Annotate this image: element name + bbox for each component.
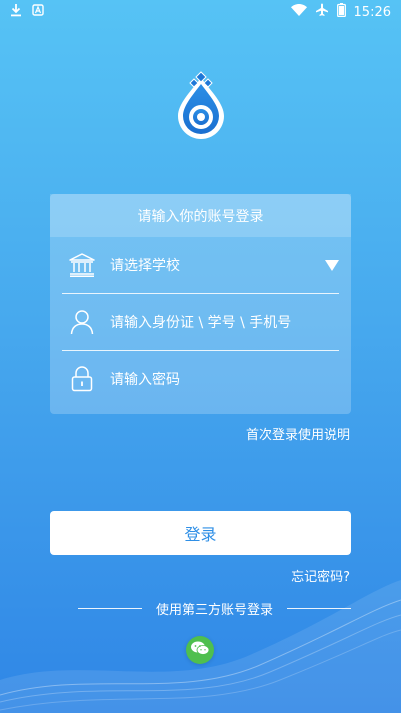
school-select-placeholder: 请选择学校 — [110, 258, 180, 274]
third-party-login-divider: 使用第三方账号登录 — [78, 600, 352, 618]
account-field-placeholder: 请输入身份证 \ 学号 \ 手机号 — [110, 315, 292, 331]
password-field-placeholder: 请输入密码 — [110, 372, 180, 388]
battery-icon — [336, 3, 346, 21]
wechat-icon — [190, 640, 210, 660]
status-left — [10, 3, 44, 21]
school-select[interactable]: 请选择学校 — [62, 237, 339, 294]
notification-icon — [32, 4, 44, 20]
dropdown-arrow-icon[interactable] — [325, 259, 339, 271]
login-card: 请输入你的账号登录 请选择学校 请输入身份证 \ 学号 \ 手机号 请输入密码 — [50, 194, 351, 414]
user-icon — [68, 308, 96, 336]
account-field[interactable]: 请输入身份证 \ 学号 \ 手机号 — [62, 294, 339, 351]
divider-line-left — [78, 607, 142, 609]
lock-icon — [68, 365, 96, 393]
first-login-help-link[interactable]: 首次登录使用说明 — [246, 424, 350, 443]
login-button[interactable]: 登录 — [50, 511, 351, 555]
third-party-login-label: 使用第三方账号登录 — [156, 602, 274, 618]
airplane-icon — [315, 3, 329, 21]
wifi-icon — [290, 4, 307, 20]
password-field[interactable]: 请输入密码 — [62, 351, 339, 407]
download-icon — [10, 3, 22, 21]
wechat-login-button[interactable] — [186, 636, 214, 664]
status-bar: 15:26 — [0, 0, 401, 22]
status-time: 15:26 — [353, 4, 391, 20]
divider-line-right — [287, 607, 352, 609]
app-logo — [170, 70, 232, 140]
status-right: 15:26 — [290, 3, 391, 21]
login-card-header: 请输入你的账号登录 — [50, 194, 351, 237]
bank-icon — [68, 251, 96, 279]
